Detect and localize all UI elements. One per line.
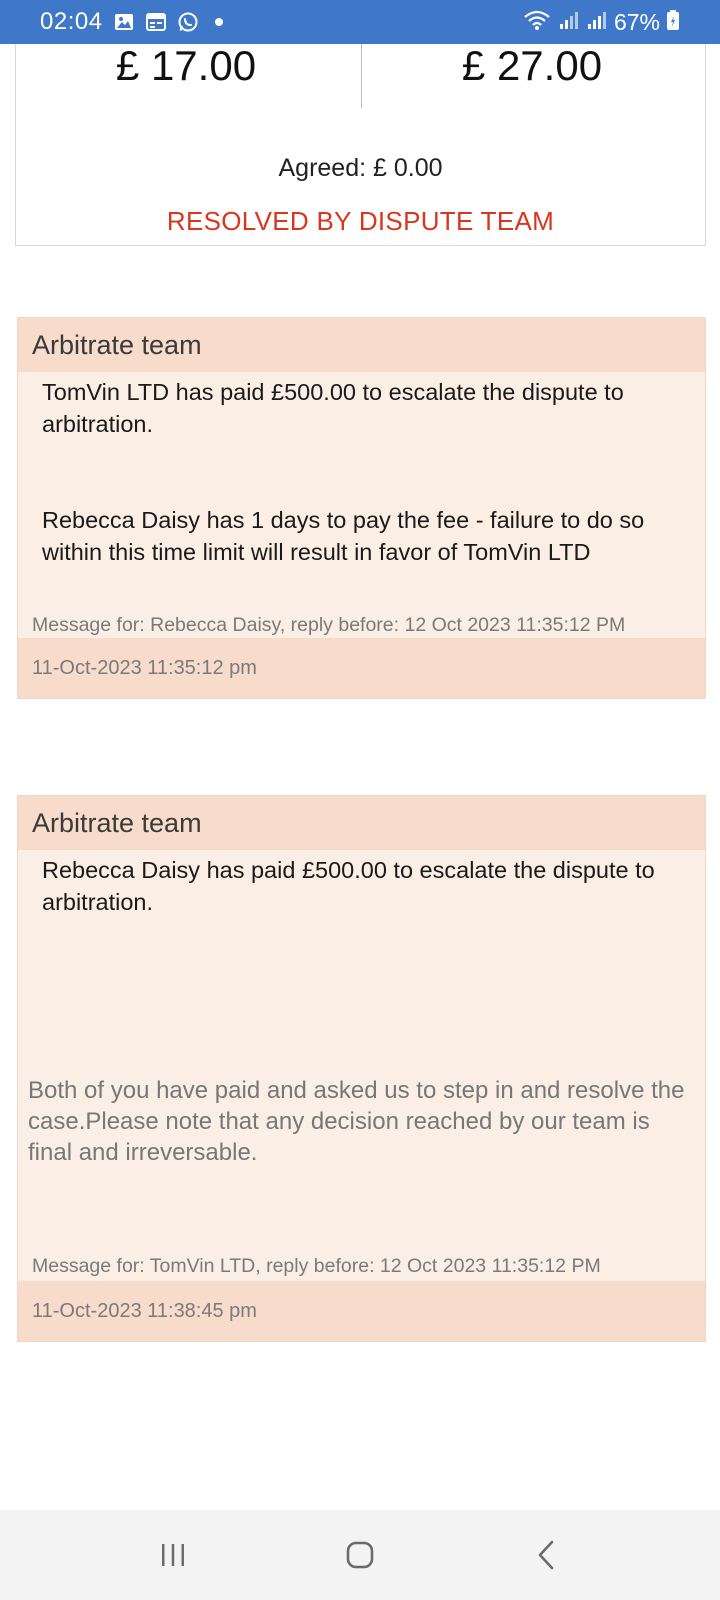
message-note: Both of you have paid and asked us to st… [28,1077,685,1166]
recent-apps-button[interactable] [143,1525,203,1585]
amount-right: £ 27.00 [461,42,603,89]
home-button[interactable] [330,1525,390,1585]
message-card: Arbitrate team Rebecca Daisy has paid £5… [17,795,706,1342]
back-icon [538,1540,553,1570]
message-card: Arbitrate team TomVin LTD has paid £500.… [17,317,706,699]
system-navigation-bar [0,1510,720,1600]
message-sender: Arbitrate team [18,796,705,850]
message-recipient-deadline: Message for: Rebecca Daisy, reply before… [32,614,626,636]
offer-summary-card: £ 17.00 £ 27.00 Agreed: £ 0.00 RESOLVED … [15,44,706,246]
message-timestamp: 11-Oct-2023 11:38:45 pm [18,1281,705,1341]
agreed-amount: Agreed: £ 0.00 [278,154,443,182]
resolution-status: RESOLVED BY DISPUTE TEAM [166,206,555,236]
message-body-line: Rebecca Daisy has 1 days to pay the fee … [42,507,645,565]
recent-apps-icon [162,1544,185,1566]
signal-icon [558,9,580,36]
message-sender: Arbitrate team [18,318,705,372]
wifi-icon [522,9,552,36]
gallery-icon [113,11,135,33]
back-button[interactable] [517,1525,577,1585]
whatsapp-icon [177,11,199,33]
status-bar: 02:04 67% [0,0,720,44]
status-bar-left: 02:04 [40,8,223,36]
battery-icon [666,9,680,36]
message-body-line: Rebecca Daisy has paid £500.00 to escala… [42,857,655,915]
status-bar-right: 67% [522,9,680,36]
signal-icon-2 [586,9,608,36]
message-recipient-deadline: Message for: TomVin LTD, reply before: 1… [32,1255,601,1277]
home-icon [346,1541,374,1569]
battery-percent: 67% [613,8,660,35]
calendar-icon [145,11,167,33]
message-timestamp: 11-Oct-2023 11:35:12 pm [18,638,705,698]
message-body-line: TomVin LTD has paid £500.00 to escalate … [42,379,624,437]
status-time: 02:04 [40,8,103,35]
amount-left: £ 17.00 [115,42,257,89]
notification-dot [214,18,223,26]
